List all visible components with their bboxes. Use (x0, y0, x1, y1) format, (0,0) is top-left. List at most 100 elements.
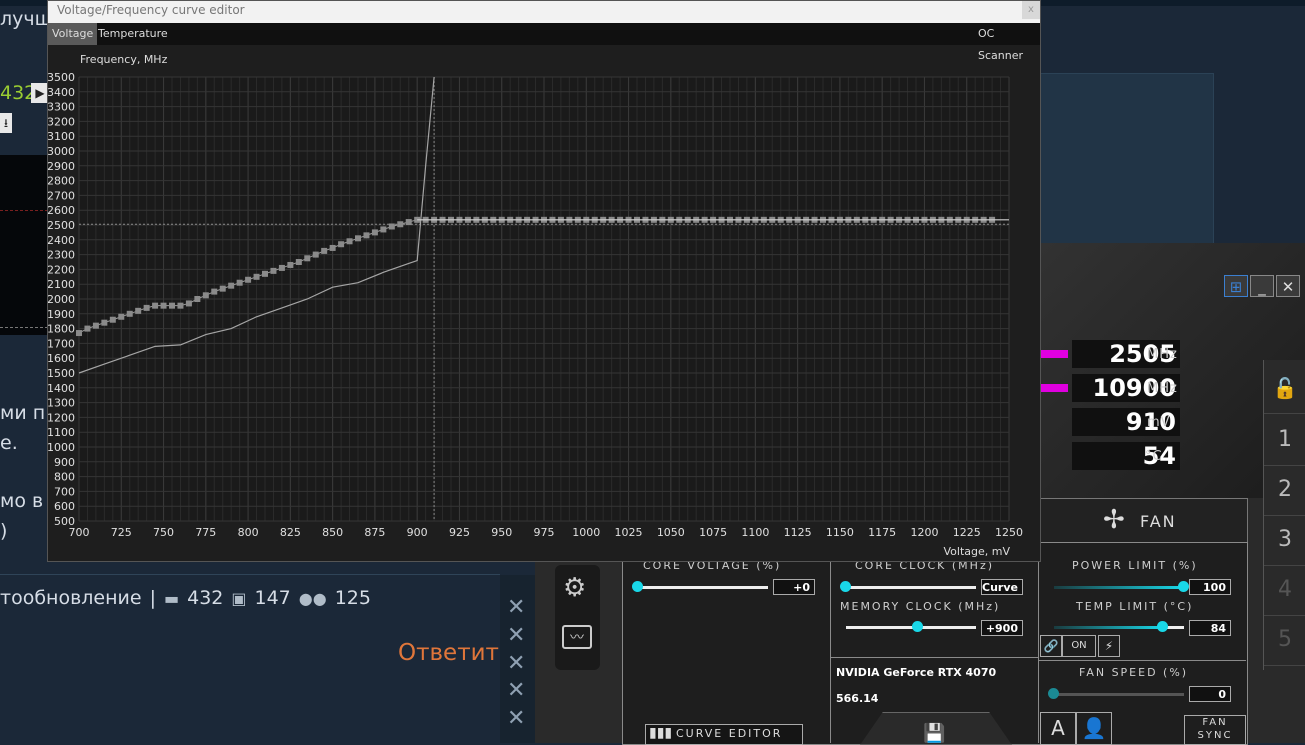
y-tick-label: 800 (54, 471, 75, 484)
vf-point (126, 310, 133, 317)
x-tick-label: 925 (449, 526, 470, 539)
power-limit-slider[interactable] (1054, 586, 1184, 589)
close-icon[interactable]: ✕ (507, 706, 525, 731)
minimize-button[interactable]: _ (1250, 275, 1274, 297)
vf-point (76, 330, 82, 337)
core-clock-slider[interactable] (846, 586, 976, 589)
memory-clock-label: MEMORY CLOCK (MHz) (840, 600, 1001, 613)
close-button[interactable]: ✕ (1276, 275, 1300, 297)
x-tick-label: 900 (407, 526, 428, 539)
x-tick-label: 1000 (572, 526, 600, 539)
y-tick-label: 1300 (48, 397, 75, 410)
profile-3-button[interactable]: 3 (1264, 515, 1305, 566)
x-tick-label: 1150 (826, 526, 854, 539)
y-tick-label: 1900 (48, 308, 75, 321)
core-voltage-value[interactable]: +0 (773, 579, 815, 595)
comments-icon: ▬ (163, 588, 180, 608)
power-limit-slider-knob[interactable] (1178, 581, 1189, 592)
core-voltage-slider-knob[interactable] (632, 581, 643, 592)
vf-point (84, 325, 91, 332)
vf-point (109, 316, 116, 323)
y-tick-label: 2100 (48, 278, 75, 291)
y-tick-label: 2300 (48, 249, 75, 262)
fan-speed-slider[interactable] (1054, 693, 1184, 696)
gpu-name: NVIDIA GeForce RTX 4070 (836, 666, 997, 679)
vf-point (278, 264, 285, 271)
vf-point (135, 307, 142, 314)
vf-point (371, 229, 378, 236)
x-tick-label: 825 (280, 526, 301, 539)
tab-voltage[interactable]: Voltage (48, 23, 98, 45)
background-side-column: ✕ ✕ ✕ ✕ ✕ (500, 575, 536, 743)
monitor-unit: MHz (1147, 347, 1178, 362)
lightning-icon[interactable]: ⚡ (1098, 635, 1120, 657)
close-icon[interactable]: ✕ (507, 595, 525, 620)
core-clock-slider-knob[interactable] (840, 581, 851, 592)
y-tick-label: 1500 (48, 367, 75, 380)
close-button[interactable]: x (1022, 1, 1040, 19)
profile-5-button[interactable]: 5 (1264, 615, 1305, 666)
window-titlebar[interactable]: Voltage/Frequency curve editor x (48, 1, 1040, 23)
y-tick-label: 1200 (48, 411, 75, 424)
background-text-line: мо в (0, 490, 44, 512)
vf-point (329, 244, 336, 251)
fan-label: FAN (1140, 512, 1177, 531)
power-limit-value[interactable]: 100 (1189, 579, 1231, 595)
monitor-bar (1040, 384, 1068, 392)
profile-1-button[interactable]: 1 (1264, 415, 1305, 466)
tab-temperature[interactable]: Temperature (94, 23, 172, 45)
close-icon[interactable]: ✕ (507, 623, 525, 648)
link-toggle[interactable]: ON (1062, 635, 1096, 657)
vf-point (253, 273, 260, 280)
panel-divider (830, 542, 831, 743)
vf-curve-chart[interactable]: Frequency, MHz Voltage, mV 700 725 750 775 8… (48, 45, 1040, 561)
vf-point (270, 267, 277, 274)
memory-clock-slider[interactable] (846, 626, 976, 629)
settings-gear-icon[interactable]: ⚙ (563, 573, 586, 603)
temp-limit-slider-knob[interactable] (1157, 621, 1168, 632)
link-icon[interactable]: 🔗 (1040, 635, 1062, 657)
y-tick-label: 3500 (48, 71, 75, 84)
fan-sync-button[interactable]: FAN SYNC (1184, 715, 1246, 745)
comments-count: 432 (187, 587, 224, 609)
x-tick-label: 950 (491, 526, 512, 539)
profile-2-button[interactable]: 2 (1264, 465, 1305, 516)
y-tick-label: 3000 (48, 145, 75, 158)
curve-editor-button[interactable]: ▮▮▮ CURVE EDITOR (645, 724, 803, 745)
fan-speed-label: FAN SPEED (%) (1079, 666, 1189, 679)
vf-point (177, 302, 184, 309)
y-tick-label: 900 (54, 456, 75, 469)
y-tick-label: 2700 (48, 189, 75, 202)
vf-point (346, 238, 353, 245)
monitoring-icon[interactable]: 〰 (562, 625, 592, 649)
core-clock-value[interactable]: Curve (981, 579, 1023, 595)
memory-clock-slider-knob[interactable] (912, 621, 923, 632)
background-text-line: е. (0, 432, 18, 454)
bar-chart-icon: ▮▮▮ (649, 725, 673, 741)
download-icon[interactable]: ⭳ (0, 113, 12, 133)
memory-clock-value[interactable]: +900 (981, 620, 1023, 636)
core-voltage-slider[interactable] (638, 586, 768, 589)
windows-logo-button[interactable]: ⊞ (1224, 275, 1248, 297)
images-icon: ▣ (231, 588, 247, 608)
apply-button-area[interactable]: 💾 (860, 712, 1012, 745)
profile-4-button[interactable]: 4 (1264, 565, 1305, 616)
profile-column: 🔓 1 2 3 4 5 (1263, 360, 1305, 670)
fan-speed-slider-knob[interactable] (1048, 688, 1059, 699)
background-text-line: ) (0, 520, 8, 542)
x-tick-label: 1125 (784, 526, 812, 539)
close-icon[interactable]: ✕ (507, 651, 525, 676)
auto-fan-button[interactable]: A (1040, 712, 1076, 745)
vf-point (363, 232, 370, 239)
close-icon[interactable]: ✕ (507, 678, 525, 703)
user-fan-icon[interactable]: 👤 (1076, 712, 1112, 745)
lock-icon[interactable]: 🔓 (1264, 363, 1305, 414)
reply-link[interactable]: Ответит (398, 640, 499, 666)
x-tick-label: 750 (153, 526, 174, 539)
fan-sync-label: FAN (1202, 717, 1228, 728)
temp-limit-value[interactable]: 84 (1189, 620, 1231, 636)
fan-speed-value[interactable]: 0 (1189, 686, 1231, 702)
x-tick-label: 1225 (953, 526, 981, 539)
x-tick-label: 1025 (615, 526, 643, 539)
fan-icon: ✢ (1103, 505, 1125, 535)
